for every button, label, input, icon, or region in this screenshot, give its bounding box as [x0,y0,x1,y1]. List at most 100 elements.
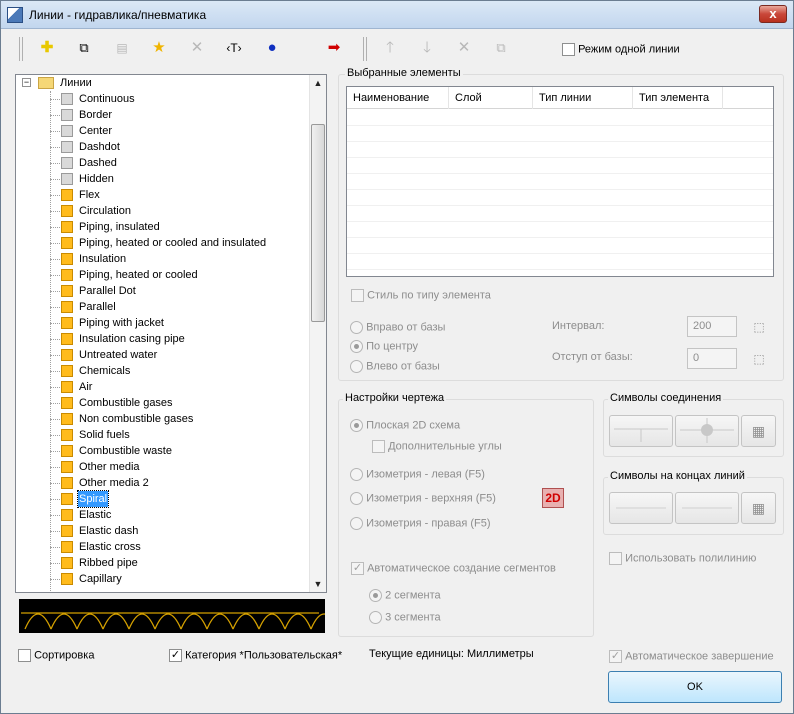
flat-2d-option[interactable]: Плоская 2D схема [350,419,460,432]
iso-top-option[interactable]: Изометрия - верхняя (F5) [350,492,496,505]
tree-item[interactable]: Insulation casing pipe [16,331,308,347]
grid-row[interactable] [347,173,773,174]
collapse-icon[interactable]: − [22,78,31,87]
col-element-type[interactable]: Тип элемента [633,87,723,109]
grid-row[interactable] [347,269,773,270]
use-polyline-option[interactable]: Использовать полилинию [609,552,756,565]
favorite-star-icon[interactable]: ★ [148,37,170,59]
line-start-symbol-button[interactable] [609,492,673,524]
auto-segments-checkbox[interactable]: ✓ [351,562,364,575]
line-tree[interactable]: − Линии Continuous Border Center Dashdot Das… [15,74,327,593]
tree-item[interactable]: Parallel Dot [16,283,308,299]
use-polyline-checkbox[interactable] [609,552,622,565]
remove-icon[interactable]: ✕ [453,37,475,59]
grid-row[interactable] [347,125,773,126]
auto-segments-option[interactable]: ✓ Автоматическое создание сегментов [351,562,556,575]
two-segments-option[interactable]: 2 сегмента [369,589,441,602]
move-down-icon[interactable]: 🡓 [416,37,438,59]
properties-icon[interactable]: ▤ [111,37,133,59]
style-by-type[interactable]: Стиль по типу элемента [351,289,491,302]
help-icon[interactable]: ● [261,37,283,59]
tree-item[interactable]: Non combustible gases [16,411,308,427]
duplicate-icon[interactable]: ⧉ [490,37,512,59]
col-line-type[interactable]: Тип линии [533,87,633,109]
align-center-radio[interactable] [350,340,363,353]
grid-row[interactable] [347,189,773,190]
interval-input[interactable]: 200 [687,316,737,337]
align-center-option[interactable]: По центру [350,340,418,353]
line-end-library-icon[interactable]: ▦ [741,492,776,524]
tree-item[interactable]: Other media [16,459,308,475]
tree-item[interactable]: Piping with jacket [16,315,308,331]
iso-right-option[interactable]: Изометрия - правая (F5) [350,517,491,530]
tree-item[interactable]: Capillary [16,571,308,587]
tree-item[interactable]: Untreated water [16,347,308,363]
col-layer[interactable]: Слой [449,87,533,109]
tree-item[interactable]: Piping, heated or cooled [16,267,308,283]
transfer-right-icon[interactable]: ➡ [323,37,345,59]
copy-icon[interactable]: ⧉ [73,37,95,59]
extra-angles-option[interactable]: Дополнительные углы [372,440,502,453]
connection-tee-button[interactable] [609,415,673,447]
close-button[interactable]: x [759,5,787,23]
iso-right-radio[interactable] [350,517,363,530]
tree-item[interactable]: Combustible waste [16,443,308,459]
style-by-type-checkbox[interactable] [351,289,364,302]
two-segments-radio[interactable] [369,589,382,602]
tree-item[interactable]: Elastic dash [16,523,308,539]
connection-dot-button[interactable] [675,415,739,447]
tree-item[interactable]: Chemicals [16,363,308,379]
tree-item[interactable]: Piping, insulated [16,219,308,235]
grid-row[interactable] [347,221,773,222]
iso-left-radio[interactable] [350,468,363,481]
grid-row[interactable] [347,205,773,206]
align-right-radio[interactable] [350,321,363,334]
scroll-thumb[interactable] [311,124,325,322]
auto-finish-checkbox[interactable]: ✓ [609,650,622,663]
add-icon[interactable]: ✚ [36,37,58,59]
category-checkbox[interactable]: ✓ [169,649,182,662]
align-left-option[interactable]: Влево от базы [350,360,440,373]
pick-interval-icon[interactable]: ⬚ [751,319,767,335]
scroll-down-icon[interactable]: ▼ [310,576,326,592]
connection-library-icon[interactable]: ▦ [741,415,776,447]
sort-checkbox[interactable] [18,649,31,662]
grid-row[interactable] [347,157,773,158]
three-segments-radio[interactable] [369,611,382,624]
scroll-up-icon[interactable]: ▲ [310,75,326,91]
tree-item[interactable]: Dashed [16,155,308,171]
tree-item[interactable]: Elastic [16,507,308,523]
align-left-radio[interactable] [350,360,363,373]
tree-item[interactable]: Air [16,379,308,395]
single-line-checkbox[interactable] [562,43,575,56]
col-name[interactable]: Наименование [347,87,449,109]
tree-item[interactable]: Other media 2 [16,475,308,491]
extra-angles-checkbox[interactable] [372,440,385,453]
line-end-symbol-button[interactable] [675,492,739,524]
align-right-option[interactable]: Вправо от базы [350,321,445,334]
tree-item[interactable]: Hidden [16,171,308,187]
tree-item[interactable]: Border [16,107,308,123]
iso-left-option[interactable]: Изометрия - левая (F5) [350,468,485,481]
tree-item[interactable]: Circulation [16,203,308,219]
sort-option[interactable]: Сортировка [18,649,94,662]
tree-item[interactable]: Elastic cross [16,539,308,555]
tree-item[interactable]: Parallel [16,299,308,315]
pick-offset-icon[interactable]: ⬚ [751,351,767,367]
tree-item[interactable]: Ribbed pipe [16,555,308,571]
iso-top-radio[interactable] [350,492,363,505]
auto-finish-option[interactable]: ✓ Автоматическое завершение [609,650,774,663]
grid-row[interactable] [347,237,773,238]
ok-button[interactable]: OK [608,671,782,703]
tree-scrollbar[interactable]: ▲ ▼ [309,75,326,592]
tree-item[interactable]: Continuous [16,91,308,107]
tree-item[interactable]: Flex [16,187,308,203]
move-up-icon[interactable]: 🡑 [379,37,401,59]
category-option[interactable]: ✓ Категория *Пользовательская* [169,649,342,662]
tree-item[interactable]: Center [16,123,308,139]
selected-elements-grid[interactable]: Наименование Слой Тип линии Тип элемента [346,86,774,277]
three-segments-option[interactable]: 3 сегмента [369,611,441,624]
tree-item[interactable]: Dashdot [16,139,308,155]
tree-item[interactable]: Piping, heated or cooled and insulated [16,235,308,251]
single-line-mode[interactable]: Режим одной линии [562,43,680,56]
